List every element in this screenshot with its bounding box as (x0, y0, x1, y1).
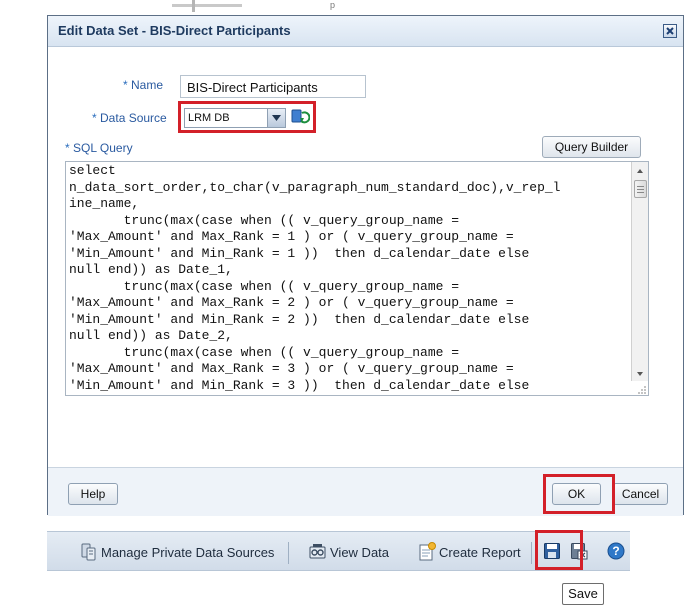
dialog-footer: Help OK Cancel (48, 467, 683, 516)
background-fragment (172, 0, 242, 12)
required-mark: * (92, 111, 97, 125)
create-report-label: Create Report (439, 545, 521, 560)
scroll-up-icon[interactable] (632, 164, 648, 178)
background-text: p (330, 0, 336, 10)
required-mark: * (123, 78, 128, 92)
sql-query-textarea[interactable]: select n_data_sort_order,to_char(v_parag… (65, 161, 649, 396)
data-source-label: * Data Source (92, 111, 167, 125)
sql-query-label-text: SQL Query (73, 141, 133, 155)
dialog-body: * Name BIS-Direct Participants * Data So… (48, 47, 683, 467)
view-data-icon (309, 544, 326, 559)
sql-scrollbar[interactable] (631, 162, 648, 381)
resize-grip-icon[interactable] (637, 384, 647, 394)
help-button[interactable]: Help (68, 483, 118, 505)
help-icon[interactable]: ? (607, 542, 625, 560)
toolbar-separator (531, 542, 532, 564)
sql-query-label: * SQL Query (65, 141, 133, 155)
manage-datasources-icon (81, 543, 96, 561)
data-source-highlight (178, 101, 316, 133)
required-mark: * (65, 141, 70, 155)
name-label: * Name (123, 78, 163, 92)
name-field[interactable]: BIS-Direct Participants (180, 75, 366, 98)
manage-private-data-sources-label: Manage Private Data Sources (101, 545, 275, 560)
save-tooltip: Save (562, 583, 604, 605)
name-label-text: Name (131, 78, 164, 92)
svg-text:?: ? (612, 544, 619, 558)
close-icon[interactable] (663, 24, 677, 38)
edit-data-set-dialog: Edit Data Set - BIS-Direct Participants … (47, 15, 684, 516)
query-builder-button[interactable]: Query Builder (542, 136, 641, 158)
scrollbar-thumb[interactable] (634, 180, 647, 198)
dialog-title: Edit Data Set - BIS-Direct Participants (58, 23, 291, 38)
ok-highlight (543, 474, 615, 514)
data-source-label-text: Data Source (100, 111, 167, 125)
scroll-down-icon[interactable] (632, 367, 648, 381)
view-data-label: View Data (330, 545, 390, 560)
cancel-button[interactable]: Cancel (613, 483, 668, 505)
dialog-titlebar: Edit Data Set - BIS-Direct Participants (48, 16, 683, 47)
save-highlight (535, 530, 583, 570)
sql-query-text: select n_data_sort_order,to_char(v_parag… (69, 163, 561, 393)
create-report-icon (419, 542, 436, 561)
toolbar-separator (288, 542, 289, 564)
